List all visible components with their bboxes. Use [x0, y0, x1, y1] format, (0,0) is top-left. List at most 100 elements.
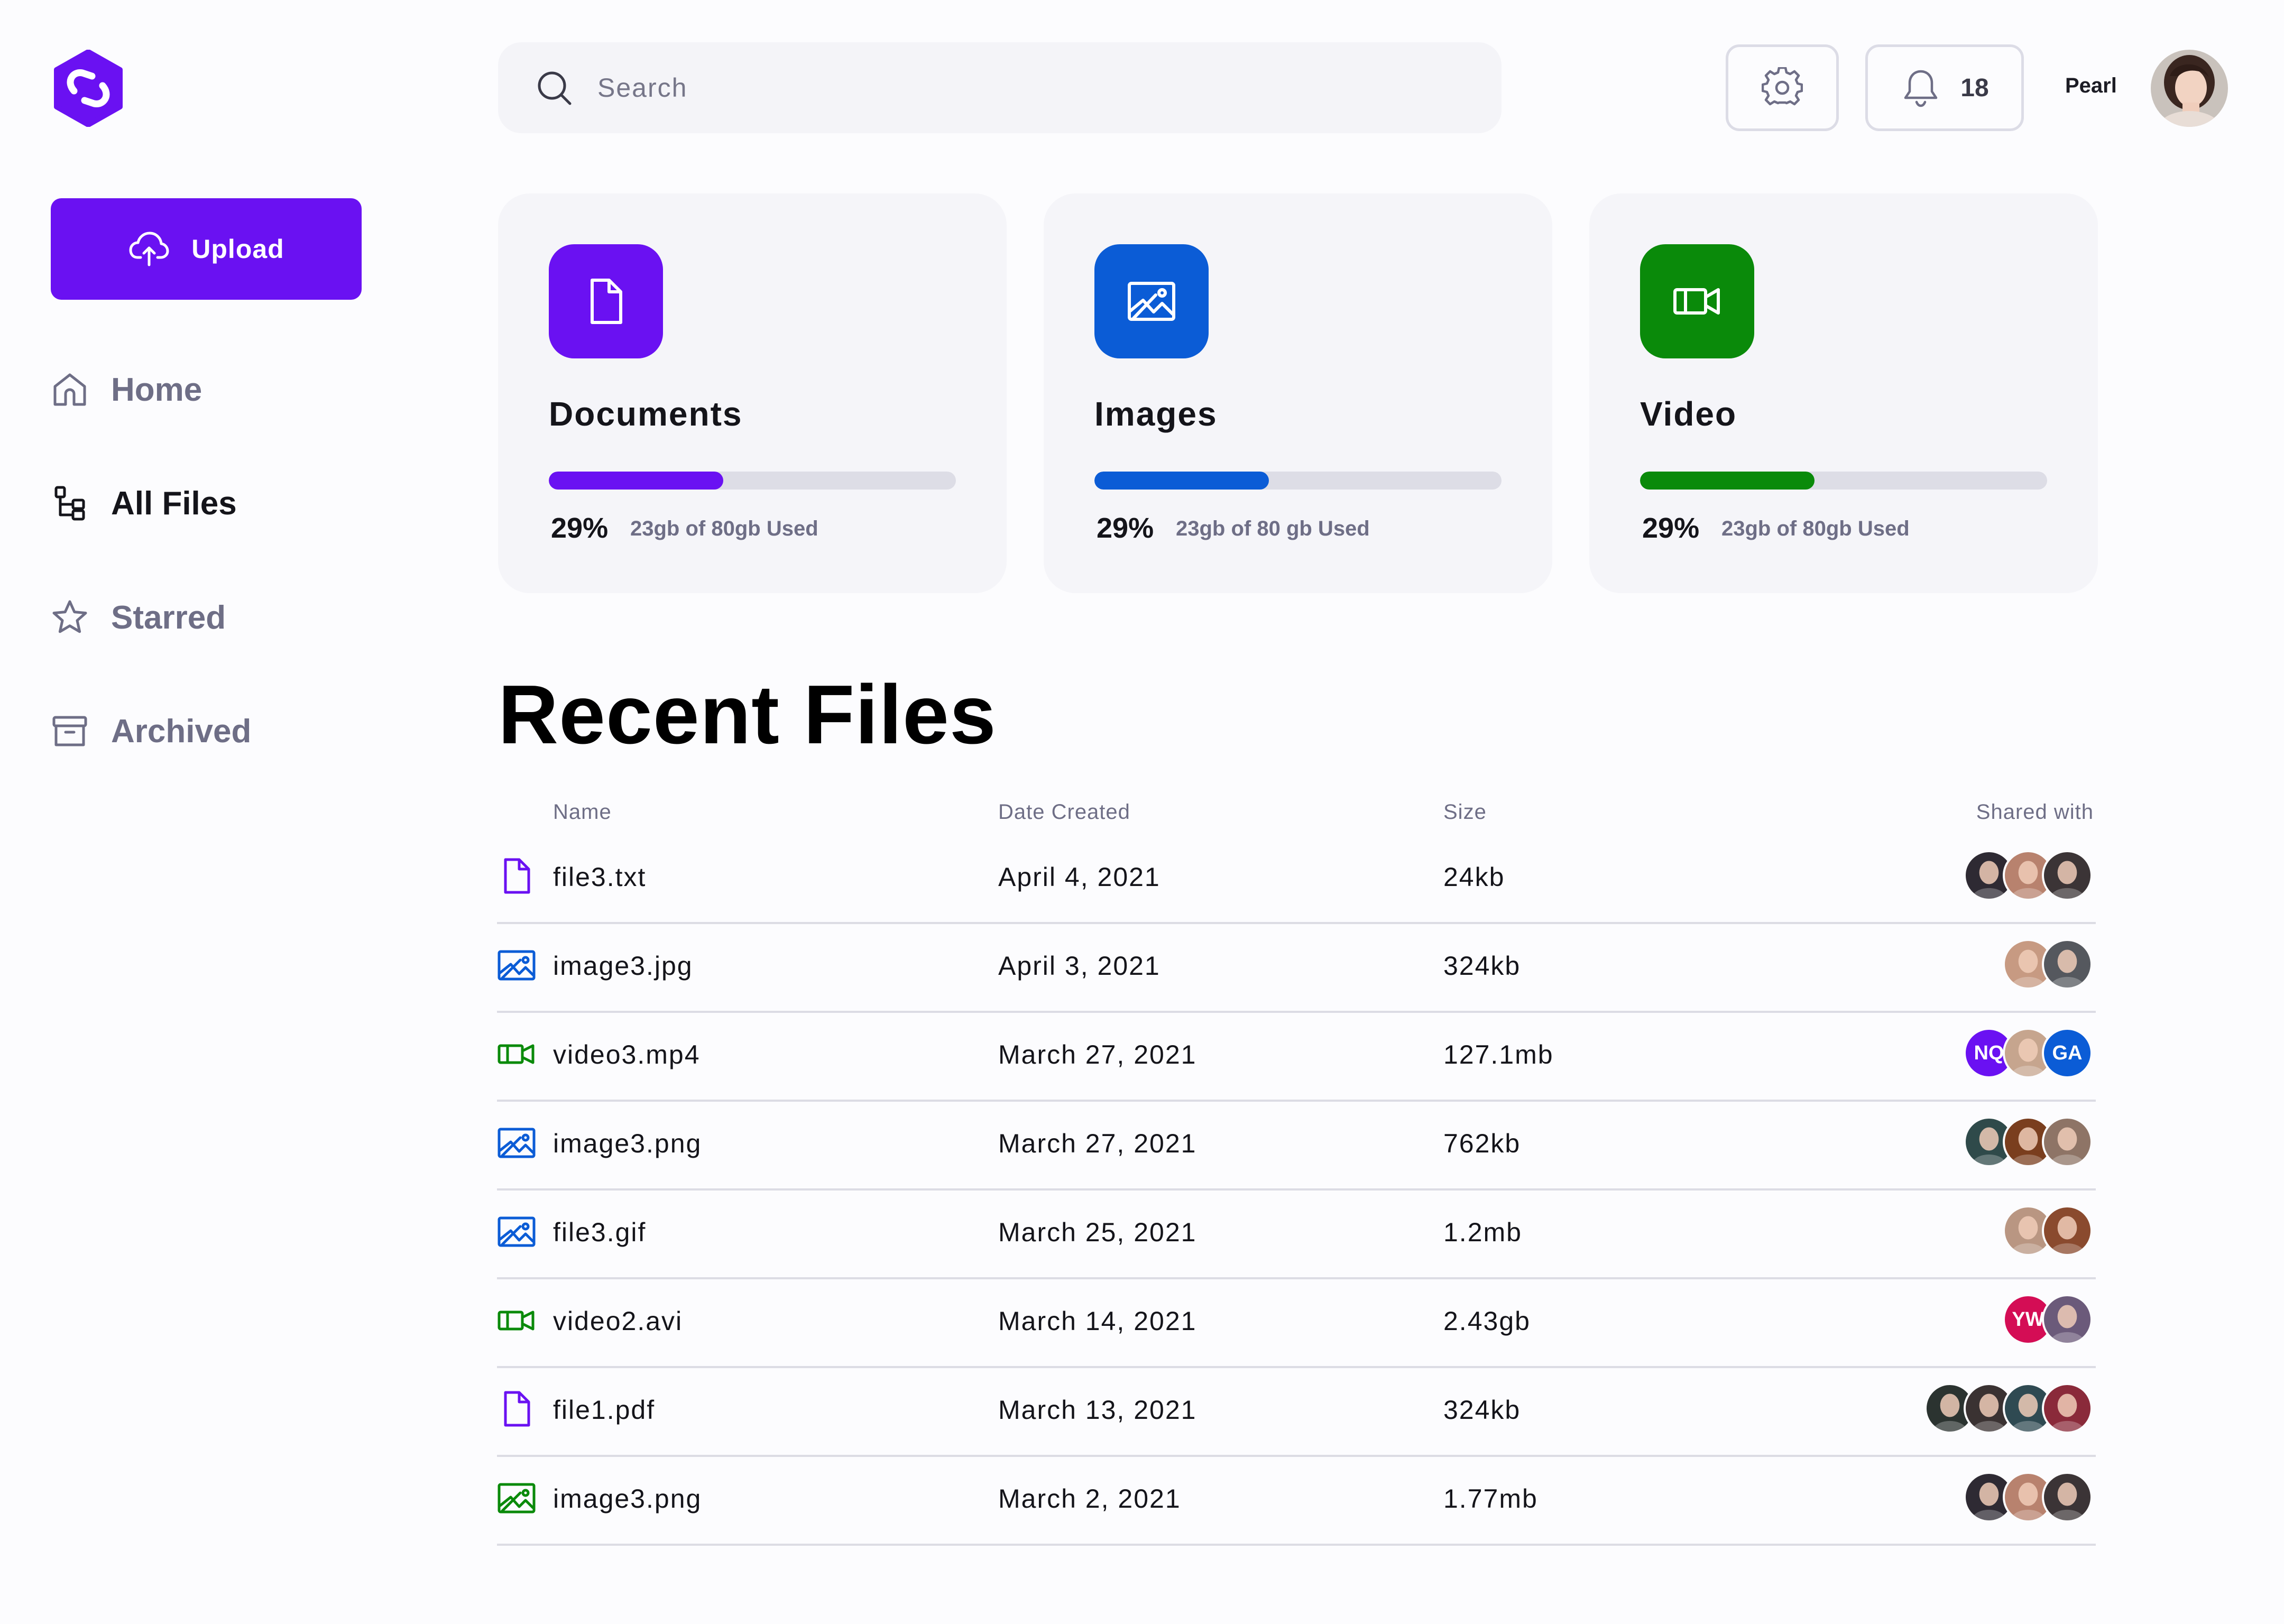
- sidebar-item-all-files[interactable]: All Files: [51, 479, 237, 527]
- sidebar-item-label: Starred: [111, 599, 226, 636]
- shared-avatars[interactable]: GA NQ: [1964, 1028, 2093, 1081]
- search-icon: [538, 71, 572, 105]
- sidebar-item-label: All Files: [111, 485, 237, 522]
- notification-count: 18: [1960, 73, 1989, 102]
- column-header-date[interactable]: Date Created: [998, 800, 1130, 824]
- upload-button[interactable]: Upload: [51, 198, 362, 300]
- star-icon: [52, 600, 87, 633]
- notifications-button[interactable]: 18: [1865, 44, 2024, 131]
- shared-avatars[interactable]: [2003, 939, 2093, 992]
- storage-percent: 29%: [1097, 512, 1154, 544]
- document-file-icon: [497, 1389, 536, 1428]
- image-file-icon: [497, 1212, 536, 1251]
- cloud-upload-icon: [129, 232, 169, 266]
- file-size: 127.1mb: [1443, 1040, 1554, 1069]
- shared-user-avatar[interactable]: [2042, 1294, 2093, 1345]
- column-header-shared[interactable]: Shared with: [1976, 800, 2094, 824]
- sidebar-item-archived[interactable]: Archived: [51, 707, 251, 755]
- file-date: March 27, 2021: [998, 1040, 1197, 1069]
- video-icon: [1640, 244, 1754, 358]
- upload-label: Upload: [191, 234, 284, 264]
- table-row[interactable]: file3.gif March 25, 2021 1.2mb: [497, 1191, 2096, 1279]
- storage-percent: 29%: [551, 512, 609, 544]
- search-bar[interactable]: [498, 42, 1502, 133]
- table-row[interactable]: video3.mp4 March 27, 2021 127.1mb GA NQ: [497, 1013, 2096, 1102]
- archive-icon: [52, 716, 87, 746]
- search-input[interactable]: [597, 72, 1390, 103]
- file-size: 324kb: [1443, 951, 1521, 981]
- images-card[interactable]: Images 29% 23gb of 80 gb Used: [1044, 193, 1552, 593]
- gear-icon: [1762, 67, 1803, 106]
- file-date: April 3, 2021: [998, 951, 1161, 981]
- avatar[interactable]: [2151, 50, 2228, 127]
- file-name[interactable]: file3.txt: [553, 862, 646, 892]
- file-size: 762kb: [1443, 1129, 1521, 1158]
- bell-icon: [1904, 70, 1938, 107]
- table-row[interactable]: file3.txt April 4, 2021 24kb: [497, 835, 2096, 924]
- shared-avatars[interactable]: [1964, 1472, 2093, 1525]
- shared-user-avatar[interactable]: [2042, 939, 2093, 990]
- file-size: 324kb: [1443, 1395, 1521, 1425]
- file-date: March 13, 2021: [998, 1395, 1197, 1425]
- file-size: 1.77mb: [1443, 1484, 1538, 1514]
- brand-logo-icon[interactable]: [50, 49, 127, 127]
- image-file-icon: [497, 1123, 536, 1162]
- file-name[interactable]: video2.avi: [553, 1306, 683, 1336]
- storage-used: 23gb of 80gb Used: [1721, 517, 1910, 540]
- storage-used: 23gb of 80gb Used: [630, 517, 818, 540]
- image-file-icon: [497, 1478, 536, 1517]
- settings-button[interactable]: [1726, 44, 1839, 131]
- table-row[interactable]: image3.png March 2, 2021 1.77mb: [497, 1457, 2096, 1546]
- shared-avatars[interactable]: [1924, 1383, 2093, 1436]
- column-header-name[interactable]: Name: [553, 800, 612, 824]
- table-row[interactable]: file1.pdf March 13, 2021 324kb: [497, 1368, 2096, 1457]
- image-file-icon: [497, 945, 536, 984]
- document-file-icon: [497, 856, 536, 896]
- shared-avatars[interactable]: [2003, 1205, 2093, 1258]
- sidebar-item-label: Home: [111, 371, 202, 408]
- documents-card[interactable]: Documents 29% 23gb of 80gb Used: [498, 193, 1007, 593]
- file-size: 1.2mb: [1443, 1217, 1522, 1247]
- storage-percent: 29%: [1642, 512, 1700, 544]
- storage-progress-bar: [1094, 472, 1502, 490]
- column-header-size[interactable]: Size: [1443, 800, 1487, 824]
- document-icon: [549, 244, 663, 358]
- sidebar-item-home[interactable]: Home: [51, 366, 202, 413]
- file-size: 24kb: [1443, 862, 1505, 892]
- shared-user-avatar[interactable]: [2042, 1116, 2093, 1167]
- shared-user-avatar[interactable]: [2042, 850, 2093, 901]
- video-file-icon: [497, 1300, 536, 1340]
- shared-avatars[interactable]: [1964, 1116, 2093, 1169]
- card-title: Images: [1094, 395, 1218, 433]
- shared-user-avatar[interactable]: [2042, 1472, 2093, 1522]
- table-row[interactable]: video2.avi March 14, 2021 2.43gb YW: [497, 1279, 2096, 1368]
- recent-files-table: Name Date Created Size Shared with file3…: [497, 793, 2096, 1546]
- card-title: Documents: [549, 395, 743, 433]
- file-size: 2.43gb: [1443, 1306, 1531, 1336]
- video-card[interactable]: Video 29% 23gb of 80gb Used: [1589, 193, 2098, 593]
- card-title: Video: [1640, 395, 1737, 433]
- video-file-icon: [497, 1034, 536, 1073]
- user-name: Pearl: [2065, 74, 2117, 97]
- file-name[interactable]: image3.jpg: [553, 951, 693, 981]
- file-name[interactable]: video3.mp4: [553, 1039, 701, 1070]
- file-name[interactable]: image3.png: [553, 1128, 702, 1159]
- shared-user-avatar[interactable]: GA: [2042, 1028, 2093, 1078]
- file-date: March 25, 2021: [998, 1217, 1197, 1247]
- file-name[interactable]: image3.png: [553, 1483, 702, 1514]
- storage-progress-bar: [549, 472, 956, 490]
- shared-user-avatar[interactable]: [2042, 1205, 2093, 1256]
- image-icon: [1094, 244, 1209, 358]
- sidebar-item-label: Archived: [111, 713, 252, 750]
- home-icon: [53, 373, 86, 406]
- table-row[interactable]: image3.jpg April 3, 2021 324kb: [497, 924, 2096, 1013]
- file-date: April 4, 2021: [998, 862, 1161, 892]
- file-name[interactable]: file1.pdf: [553, 1395, 655, 1425]
- sidebar-item-starred[interactable]: Starred: [51, 594, 226, 641]
- table-row[interactable]: image3.png March 27, 2021 762kb: [497, 1102, 2096, 1191]
- shared-user-avatar[interactable]: [2042, 1383, 2093, 1434]
- shared-avatars[interactable]: YW: [2003, 1294, 2093, 1347]
- storage-used: 23gb of 80 gb Used: [1176, 517, 1370, 540]
- shared-avatars[interactable]: [1964, 850, 2093, 903]
- file-name[interactable]: file3.gif: [553, 1217, 646, 1248]
